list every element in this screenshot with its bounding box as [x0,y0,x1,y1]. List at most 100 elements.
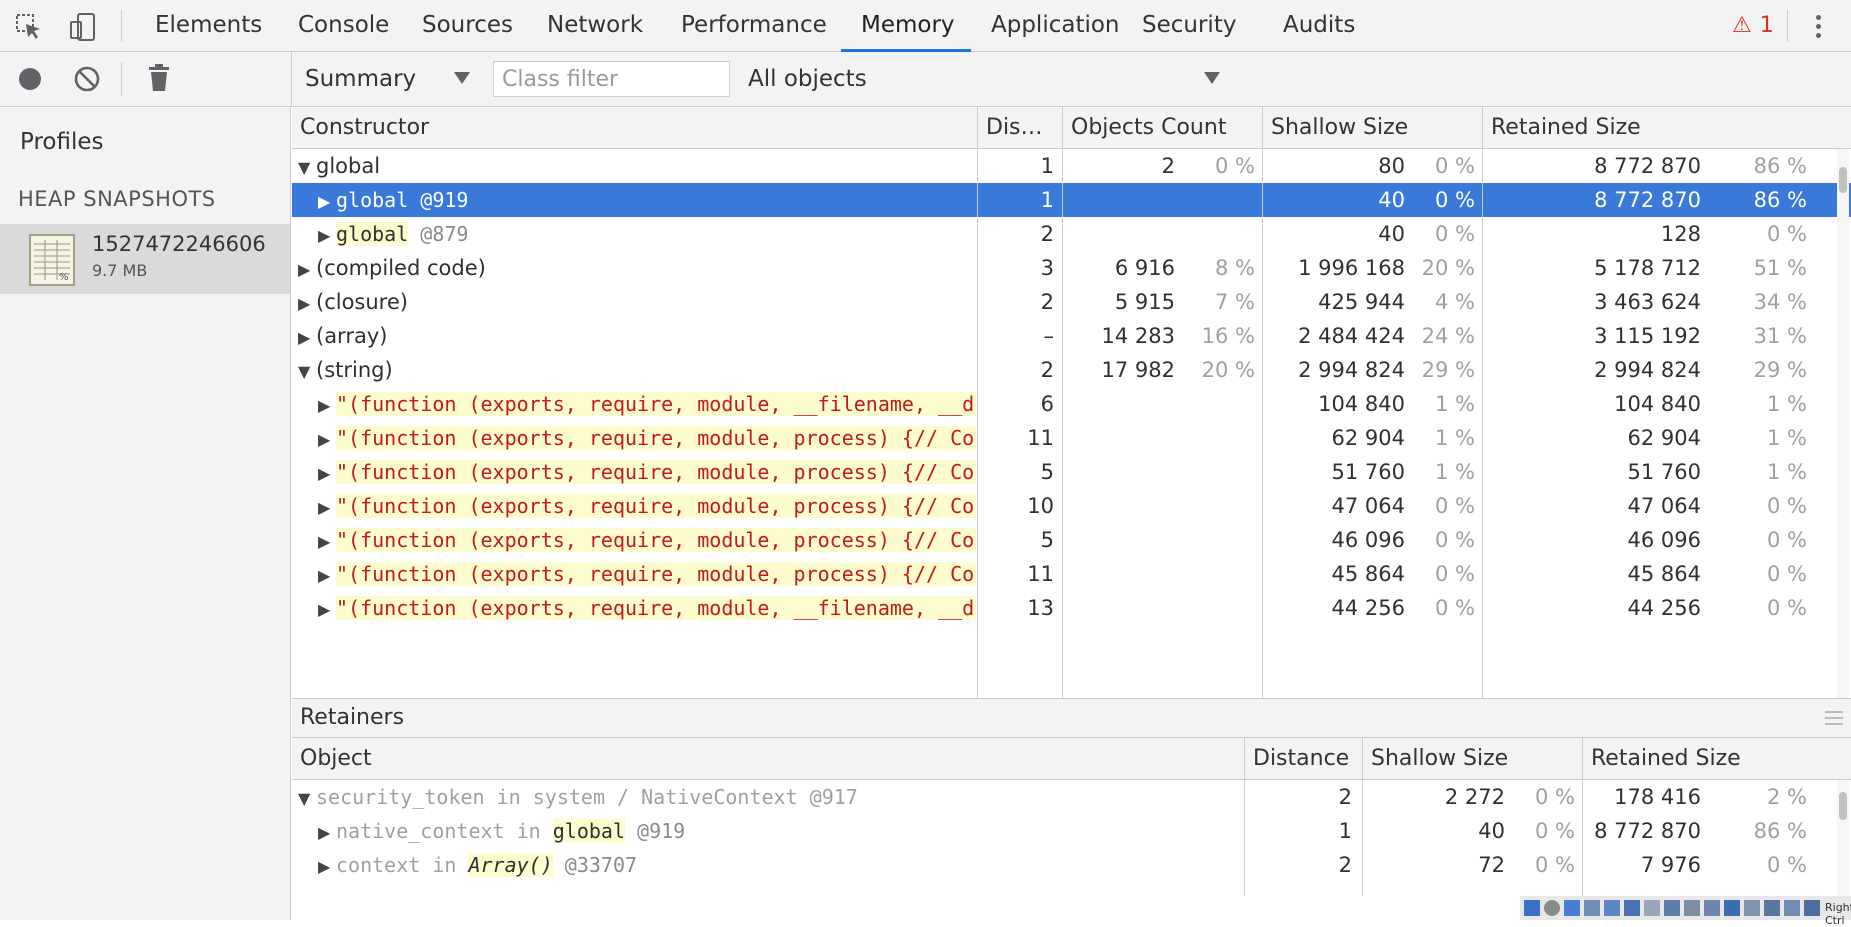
shallow-size-percent: 0 % [1435,596,1475,620]
shallow-size-value: 2 484 424 [1298,324,1405,348]
object-name: ▶ global @879 [292,217,976,251]
expand-triangle-right-icon[interactable]: ▶ [318,389,336,421]
tab-console[interactable]: Console [278,0,397,52]
heap-snapshot-icon: % [29,234,75,286]
column-header-objects-count[interactable]: Objects Count [1063,107,1263,148]
expand-triangle-right-icon[interactable]: ▶ [298,287,316,319]
retained-size-percent: 31 % [1753,324,1807,348]
table-row[interactable]: ▼ security_token in system / NativeContex… [292,780,1851,814]
shallow-size-percent: 20 % [1421,256,1475,280]
shallow-size-percent: 0 % [1435,222,1475,246]
tab-application[interactable]: Application [971,0,1120,52]
record-icon[interactable] [13,62,47,96]
object-name: ▶ global @919 [292,183,976,217]
expand-triangle-right-icon[interactable]: ▶ [318,491,336,523]
column-header-retained-size[interactable]: Retained Size [1483,107,1851,148]
shallow-size-percent: 0 % [1435,528,1475,552]
retained-size-percent: 0 % [1767,494,1807,518]
retainers-bar[interactable]: Retainers [292,698,1851,738]
table-row[interactable]: ▶ "(function (exports, require, module, p… [292,557,1851,591]
objects-count-percent [1185,489,1263,523]
view-select[interactable]: Summary [305,52,416,106]
keyboard-icon [1724,900,1740,916]
display-icon [1604,900,1620,916]
column-header-shallow-size[interactable]: Shallow Size [1363,738,1583,779]
shallow-size-percent: 1 % [1435,426,1475,450]
tab-sources[interactable]: Sources [402,0,522,52]
tab-audits[interactable]: Audits [1263,0,1371,52]
tab-elements[interactable]: Elements [135,0,275,52]
objects-filter-select[interactable]: All objects [748,52,867,106]
objects-count-value: 14 283 [1101,324,1175,348]
settings-icon [1804,900,1820,916]
expand-triangle-right-icon[interactable]: ▶ [318,559,336,591]
expand-triangle-down-icon[interactable]: ▼ [298,151,316,183]
distance-value: 2 [1338,853,1352,877]
expand-triangle-right-icon[interactable]: ▶ [318,219,336,251]
table-row[interactable]: ▶ "(function (exports, require, module, _… [292,591,1851,625]
table-row[interactable]: ▶ global @919 1 40 0 % 8 772 870 86 % [292,183,1851,217]
expand-triangle-right-icon[interactable]: ▶ [318,593,336,625]
table-row[interactable]: ▼ (string) 2 17 982 20 % 2 994 824 29 % 2 994 8… [292,353,1851,387]
resize-grip-icon[interactable] [1825,711,1843,729]
table-row[interactable]: ▶ "(function (exports, require, module, p… [292,523,1851,557]
object-name-part: "(function (exports, require, module, __… [336,596,976,620]
tab-security[interactable]: Security [1122,0,1258,52]
retainers-scrollbar-thumb[interactable] [1839,792,1847,820]
class-filter-input[interactable] [493,61,730,97]
objects-filter-chevron-down-icon[interactable] [1204,72,1220,84]
table-row[interactable]: ▶ "(function (exports, require, module, p… [292,489,1851,523]
expand-triangle-right-icon[interactable]: ▶ [318,423,336,455]
expand-triangle-right-icon[interactable]: ▶ [318,185,336,217]
retained-size-value: 7 976 [1640,853,1701,877]
inspect-element-icon[interactable] [12,10,46,44]
tab-memory[interactable]: Memory [841,0,971,52]
column-header-constructor[interactable]: Constructor [292,107,978,148]
summary-scrollbar[interactable] [1837,149,1849,698]
column-divider [1362,738,1363,896]
objects-count-value [1063,489,1185,523]
column-header-shallow-size[interactable]: Shallow Size [1263,107,1483,148]
expand-triangle-right-icon[interactable]: ▶ [318,525,336,557]
trash-icon[interactable] [142,61,176,95]
table-row[interactable]: ▶ (compiled code) 3 6 916 8 % 1 996 168 20 % 5 … [292,251,1851,285]
view-select-chevron-down-icon[interactable] [454,72,470,84]
audio-icon [1784,900,1800,916]
retained-size-value: 45 864 [1627,562,1701,586]
expand-triangle-right-icon[interactable]: ▶ [298,253,316,285]
more-options-icon[interactable] [1810,12,1826,42]
warnings-counter[interactable]: ⚠ 1 [1732,0,1774,52]
column-header-distance[interactable]: Distance [1245,738,1363,779]
column-header-retained-size[interactable]: Retained Size [1583,738,1851,779]
retained-size-percent: 1 % [1767,426,1807,450]
table-row[interactable]: ▶ "(function (exports, require, module, _… [292,387,1851,421]
summary-scrollbar-thumb[interactable] [1839,167,1847,193]
column-header-object[interactable]: Object [292,738,1245,779]
table-row[interactable]: ▶ (closure) 2 5 915 7 % 425 944 4 % 3 463 624 34… [292,285,1851,319]
retainers-scrollbar[interactable] [1837,780,1849,896]
table-row[interactable]: ▶ native_context in global @919 1 40 0 % 8 77… [292,814,1851,848]
retained-size-value: 44 256 [1627,596,1701,620]
device-toolbar-icon[interactable] [66,10,100,44]
tab-network[interactable]: Network [527,0,656,52]
objects-count-percent: 16 % [1201,324,1255,348]
table-row[interactable]: ▶ "(function (exports, require, module, p… [292,421,1851,455]
expand-triangle-right-icon[interactable]: ▶ [318,457,336,489]
retained-size-percent: 29 % [1753,358,1807,382]
clear-icon[interactable] [70,62,104,96]
column-header-distance[interactable]: Dis… [978,107,1063,148]
expand-triangle-right-icon[interactable]: ▶ [298,321,316,353]
expand-triangle-down-icon[interactable]: ▼ [298,782,316,814]
heap-snapshot-item[interactable]: % 1527472246606 9.7 MB [0,224,290,294]
expand-triangle-right-icon[interactable]: ▶ [318,816,336,848]
table-row[interactable]: ▶ (array) – 14 283 16 % 2 484 424 24 % 3 115 19… [292,319,1851,353]
expand-triangle-down-icon[interactable]: ▼ [298,355,316,387]
object-name: ▶ (array) [292,319,976,353]
table-row[interactable]: ▶ "(function (exports, require, module, p… [292,455,1851,489]
table-row[interactable]: ▼ global 1 2 0 % 80 0 % 8 772 870 86 % [292,149,1851,183]
column-divider [1262,107,1263,698]
tab-performance[interactable]: Performance [661,0,836,52]
table-row[interactable]: ▶ context in Array() @33707 2 72 0 % 7 976 0 % [292,848,1851,882]
table-row[interactable]: ▶ global @879 2 40 0 % 128 0 % [292,217,1851,251]
expand-triangle-right-icon[interactable]: ▶ [318,850,336,882]
